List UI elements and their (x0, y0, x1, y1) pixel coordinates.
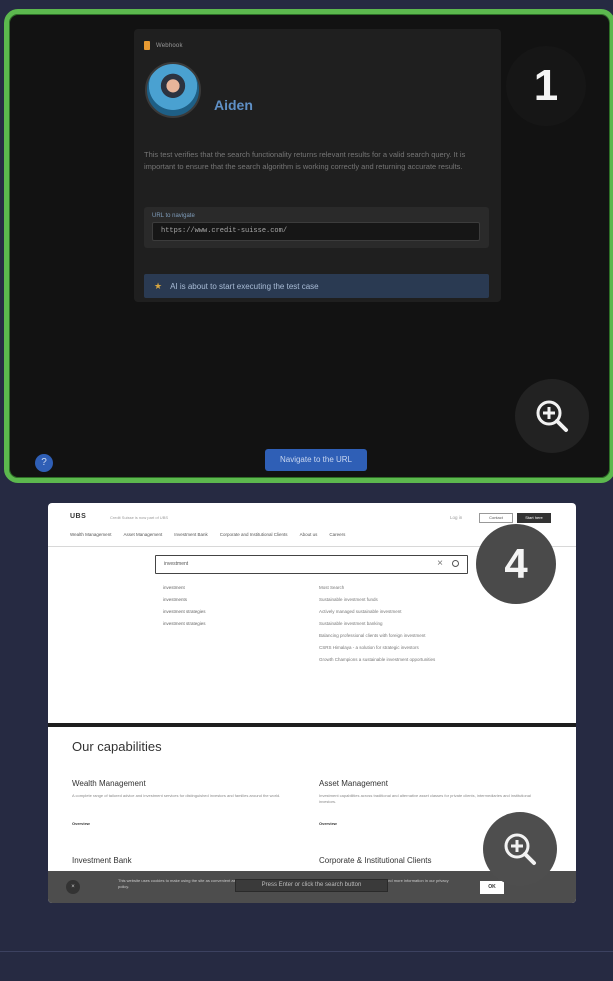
agent-panel: Webhook Aiden This test verifies that th… (134, 29, 501, 302)
result-item[interactable]: Actively managed sustainable investment (319, 609, 459, 615)
nav-item[interactable]: Corporate and Institutional Clients (220, 532, 288, 537)
warning-icon: ★ (154, 280, 163, 291)
action-tooltip: Press Enter or click the search button (235, 879, 388, 892)
nav-item[interactable]: About us (300, 532, 318, 537)
nav-item[interactable]: Wealth Management (70, 532, 111, 537)
cookie-ok-button[interactable]: OK (480, 881, 504, 894)
test-description: This test verifies that the search funct… (144, 150, 466, 171)
capabilities-heading: Our capabilities (72, 739, 162, 754)
step-1-card[interactable]: Webhook Aiden This test verifies that th… (4, 9, 613, 483)
capability-link[interactable]: Overview (72, 821, 90, 826)
agent-logo-icon (144, 41, 150, 50)
capability-title[interactable]: Asset Management (319, 779, 388, 788)
help-icon[interactable]: ? (35, 454, 53, 472)
agent-badge-label: Webhook (156, 42, 183, 49)
suggestion-item[interactable]: investments (163, 597, 206, 602)
nav-item[interactable]: Investment Bank (174, 532, 208, 537)
url-label: URL to navigate (152, 213, 195, 219)
result-item[interactable]: CSRS Himalaya - a solution for strategic… (319, 645, 459, 651)
results-heading: Most Search (319, 585, 345, 590)
close-icon[interactable]: × (66, 880, 80, 894)
zoom-in-icon (504, 833, 536, 865)
status-text: AI is about to start executing the test … (170, 281, 319, 291)
page-divider (48, 723, 576, 727)
divider (0, 951, 613, 952)
zoom-in-icon (536, 400, 568, 432)
result-item[interactable]: Sustainable investment banking (319, 621, 459, 627)
capability-title[interactable]: Corporate & Institutional Clients (319, 856, 432, 865)
search-suggestions: investment investments investment strate… (163, 585, 206, 626)
clear-icon[interactable]: × (437, 558, 443, 569)
step-number-badge: 1 (506, 46, 586, 126)
agent-name: Aiden (214, 97, 253, 113)
url-field[interactable]: https://www.credit-suisse.com/ (152, 222, 480, 241)
nav-item[interactable]: Asset Management (123, 532, 162, 537)
site-logo-subtitle: Credit Suisse is now part of UBS (110, 515, 169, 520)
capability-title[interactable]: Investment Bank (72, 856, 132, 865)
search-input[interactable]: investment × (155, 555, 468, 574)
capability-title[interactable]: Wealth Management (72, 779, 146, 788)
navigate-button[interactable]: Navigate to the URL (265, 449, 367, 471)
result-item[interactable]: Sustainable investment funds (319, 597, 459, 603)
avatar (145, 62, 201, 118)
login-link[interactable]: Log in (450, 515, 462, 520)
nav-item[interactable]: Careers (329, 532, 345, 537)
suggestion-item[interactable]: investment strategies (163, 609, 206, 614)
capability-description: Investment capabilities across tradition… (319, 793, 531, 804)
search-icon[interactable] (452, 560, 459, 567)
capability-description: A complete range of tailored advice and … (72, 793, 281, 798)
contact-button[interactable]: Contact (479, 513, 513, 523)
result-item[interactable]: Balancing professional clients with fore… (319, 633, 459, 639)
site-nav: Wealth Management Asset Management Inves… (70, 532, 345, 537)
url-box: URL to navigate https://www.credit-suiss… (144, 207, 489, 248)
suggestion-item[interactable]: investment (163, 585, 206, 590)
agent-badge: Webhook (144, 41, 183, 50)
zoom-in-button[interactable] (483, 812, 557, 886)
step-number-badge: 4 (476, 524, 556, 604)
result-item[interactable]: Growth Champions a sustainable investmen… (319, 657, 459, 663)
start-here-button[interactable]: Start here (517, 513, 551, 523)
status-message: ★ AI is about to start executing the tes… (144, 274, 489, 298)
suggestion-item[interactable]: investment strategies (163, 621, 206, 626)
search-value: investment (164, 561, 189, 567)
site-logo[interactable]: UBS (70, 513, 86, 520)
search-results-list: Most Search Sustainable investment funds… (319, 585, 459, 663)
capability-link[interactable]: Overview (319, 821, 337, 826)
zoom-in-button[interactable] (515, 379, 589, 453)
